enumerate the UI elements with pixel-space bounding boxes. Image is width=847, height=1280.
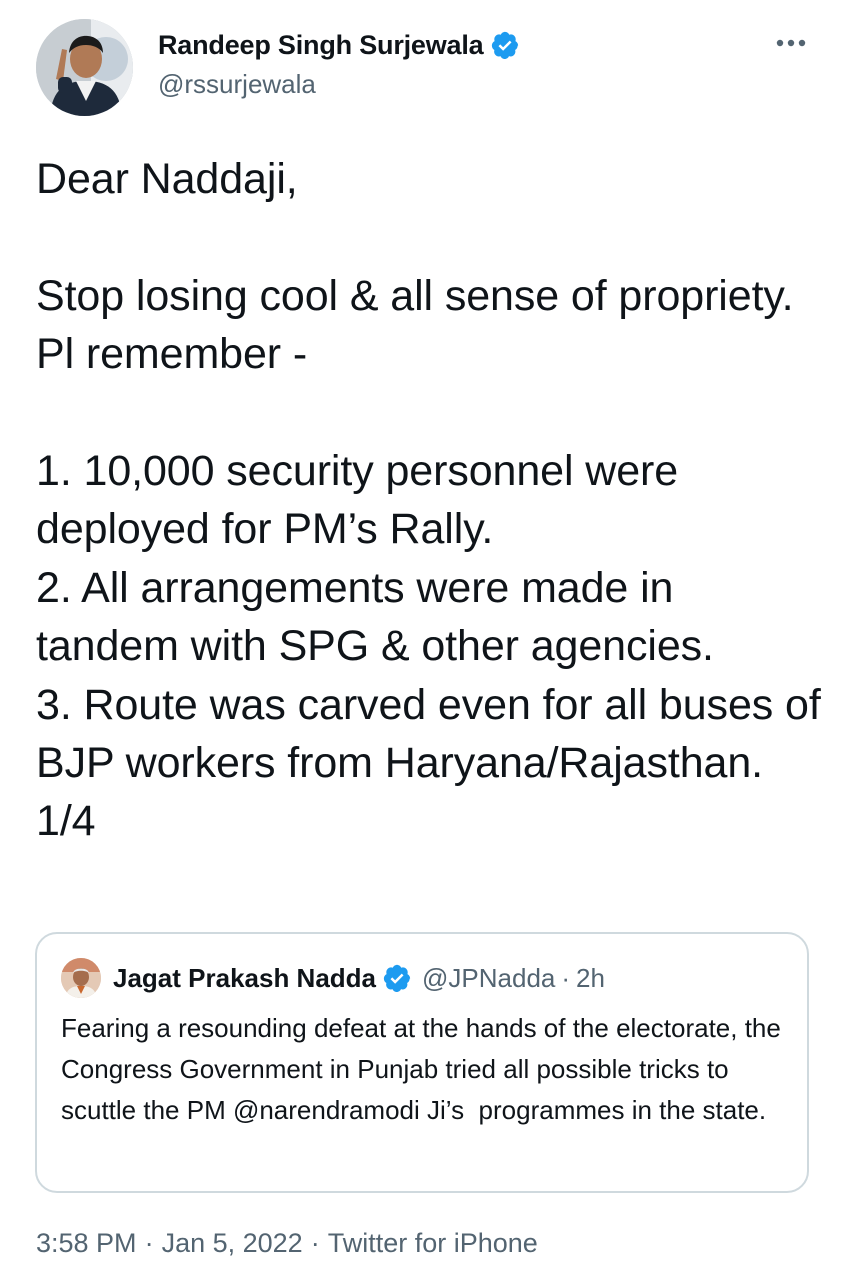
quoted-timestamp: 2h (576, 962, 605, 993)
verified-badge-icon (383, 964, 411, 992)
quoted-author-avatar (61, 958, 101, 998)
person-avatar-icon (61, 958, 101, 998)
more-options-icon[interactable] (775, 37, 807, 49)
author-handle[interactable]: @rssurjewala (158, 69, 520, 100)
author-avatar[interactable] (36, 19, 133, 116)
meta-separator: · (144, 1228, 154, 1258)
meta-separator: · (310, 1228, 320, 1258)
quoted-tweet-header: Jagat Prakash Nadda @JPNadda · 2h (61, 956, 605, 1000)
author-name[interactable]: Randeep Singh Surjewala (158, 30, 484, 61)
tweet-time[interactable]: 3:58 PM (36, 1228, 137, 1258)
quoted-author-name: Jagat Prakash Nadda (113, 962, 377, 993)
person-avatar-icon (36, 19, 133, 116)
verified-badge-icon (492, 31, 519, 59)
quoted-tweet[interactable]: Jagat Prakash Nadda @JPNadda · 2h Fearin… (35, 932, 809, 1193)
tweet-meta: 3:58 PM · Jan 5, 2022 · Twitter for iPhone (36, 1228, 538, 1259)
quoted-tweet-text: Fearing a resounding defeat at the hands… (61, 1013, 789, 1125)
quoted-separator: · (561, 962, 571, 993)
quoted-author-handle: @JPNadda (422, 962, 556, 993)
tweet-date[interactable]: Jan 5, 2022 (162, 1228, 303, 1258)
tweet-source[interactable]: Twitter for iPhone (328, 1228, 538, 1258)
tweet-header: Randeep Singh Surjewala @rssurjewala (36, 19, 811, 119)
author-info: Randeep Singh Surjewala @rssurjewala (158, 27, 520, 100)
tweet: Randeep Singh Surjewala @rssurjewala Dea… (0, 0, 847, 1280)
author-name-row: Randeep Singh Surjewala (158, 27, 520, 63)
tweet-text: Dear Naddaji, Stop losing cool & all sen… (36, 155, 821, 846)
